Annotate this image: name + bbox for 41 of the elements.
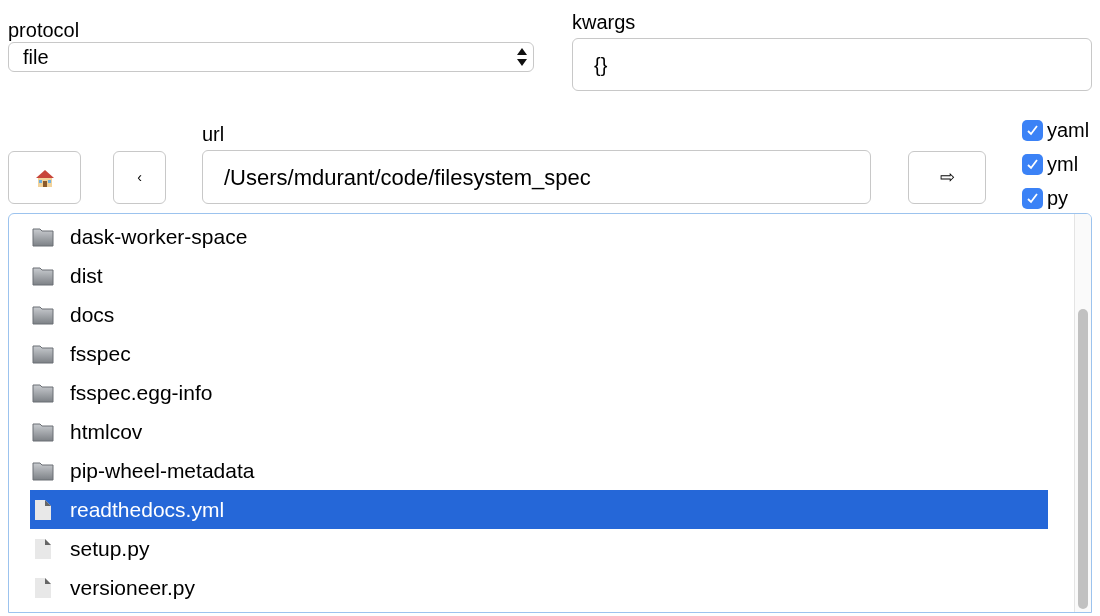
folder-icon [32, 421, 54, 442]
folder-icon [32, 226, 54, 247]
folder-icon [32, 343, 54, 364]
checkbox[interactable] [1022, 119, 1043, 141]
file-row[interactable]: versioneer.py [30, 568, 1048, 607]
file-icon [32, 498, 54, 521]
kwargs-field[interactable]: {} [572, 38, 1092, 91]
field-label: kwargs [572, 10, 637, 34]
field-label: url [202, 122, 226, 146]
file-row[interactable]: fsspec.egg-info [30, 373, 1048, 412]
folder-icon [32, 265, 54, 286]
filter-checkbox[interactable]: yml [1022, 149, 1090, 179]
filter-checkbox[interactable]: py [1022, 183, 1090, 213]
file-row[interactable]: readthedocs.yml [30, 490, 1048, 529]
home-button[interactable] [8, 151, 81, 204]
file-icon [32, 537, 54, 560]
file-row[interactable]: htmlcov [30, 412, 1048, 451]
checkbox[interactable] [1022, 187, 1043, 209]
file-row[interactable]: pip-wheel-metadata [30, 451, 1048, 490]
back-button[interactable]: ‹ [113, 151, 166, 204]
field-label: protocol [8, 18, 81, 42]
folder-icon [32, 382, 54, 403]
file-row[interactable]: fsspec [30, 334, 1048, 373]
url-field[interactable]: /Users/mdurant/code/filesystem_spec [202, 150, 871, 204]
checkbox[interactable] [1022, 153, 1043, 175]
folder-icon [32, 460, 54, 481]
file-row[interactable]: docs [30, 295, 1048, 334]
file-row[interactable]: dist [30, 256, 1048, 295]
check-icon [1026, 123, 1039, 137]
scrollbar-thumb[interactable] [1078, 309, 1088, 609]
file-row[interactable]: setup.py [30, 529, 1048, 568]
house-icon [34, 167, 55, 188]
filter-checkbox[interactable]: yaml [1022, 115, 1090, 145]
file-icon [32, 576, 54, 599]
protocol-select[interactable]: file [8, 42, 534, 72]
check-icon [1026, 191, 1039, 205]
check-icon [1026, 157, 1039, 171]
go-button[interactable]: ⇨ [908, 151, 986, 204]
select-arrows-icon [517, 47, 527, 67]
file-row[interactable]: dask-worker-space [30, 217, 1048, 256]
folder-icon [32, 304, 54, 325]
